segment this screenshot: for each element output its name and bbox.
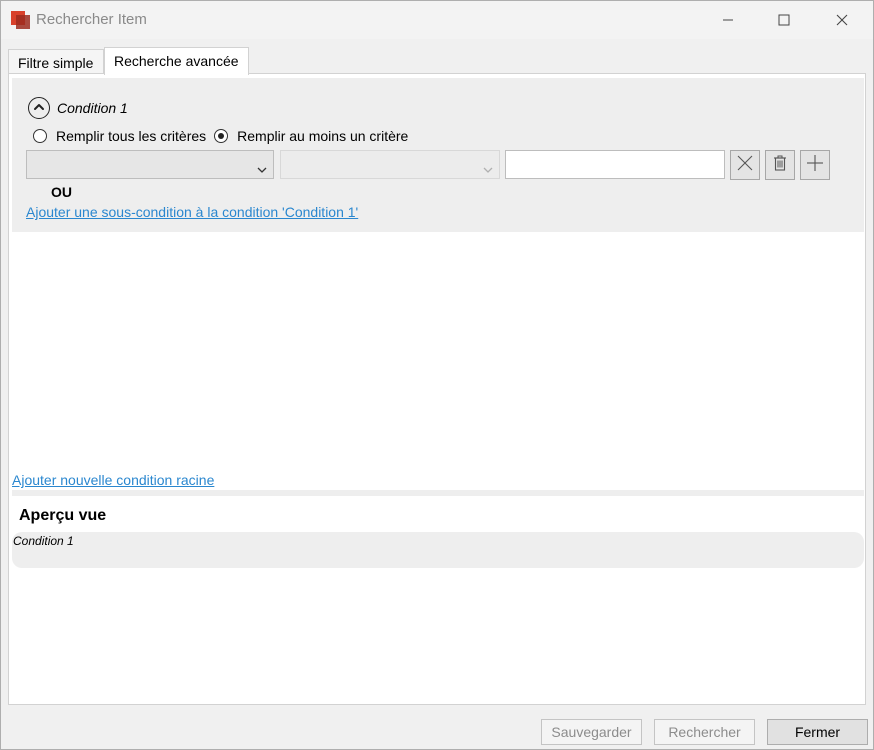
field-select[interactable] — [26, 150, 274, 179]
app-icon — [11, 11, 31, 29]
radio-all-criteria[interactable] — [33, 129, 47, 143]
clear-criterion-button[interactable] — [730, 150, 760, 180]
delete-criterion-button[interactable] — [765, 150, 795, 180]
advanced-search-panel: Condition 1 Remplir tous les critères Re… — [8, 73, 866, 705]
trash-icon — [773, 155, 787, 176]
match-mode-group: Remplir tous les critères Remplir au moi… — [33, 128, 416, 144]
maximize-button[interactable] — [761, 1, 807, 39]
close-icon — [736, 154, 754, 177]
chevron-down-icon — [257, 161, 267, 179]
operator-select[interactable] — [280, 150, 500, 179]
search-button[interactable]: Rechercher — [654, 719, 755, 745]
section-divider — [12, 490, 864, 496]
window-close-button[interactable] — [819, 1, 865, 39]
preview-text: Condition 1 — [13, 534, 74, 548]
chevron-down-icon — [483, 161, 493, 179]
minimize-icon — [722, 14, 734, 26]
radio-any-criteria-label[interactable]: Remplir au moins un critère — [237, 128, 408, 144]
minimize-button[interactable] — [705, 1, 751, 39]
preview-box: Condition 1 — [12, 532, 864, 568]
add-criterion-button[interactable] — [800, 150, 830, 180]
search-item-dialog: Rechercher Item Filtre simple Recherche … — [0, 0, 874, 750]
logic-operator-label: OU — [51, 184, 72, 200]
condition-block: Condition 1 Remplir tous les critères Re… — [12, 78, 864, 232]
preview-title: Aperçu vue — [19, 507, 107, 524]
radio-all-criteria-label[interactable]: Remplir tous les critères — [56, 128, 206, 144]
radio-any-criteria[interactable] — [214, 129, 229, 143]
close-button[interactable]: Fermer — [767, 719, 868, 745]
criteria-value-input[interactable] — [505, 150, 725, 179]
title-bar[interactable]: Rechercher Item — [1, 1, 873, 39]
close-icon — [836, 14, 848, 26]
add-root-condition-link[interactable]: Ajouter nouvelle condition racine — [12, 472, 214, 488]
tab-simple-filter[interactable]: Filtre simple — [8, 49, 104, 74]
plus-icon — [806, 154, 824, 177]
maximize-icon — [778, 14, 790, 26]
window-title: Rechercher Item — [36, 11, 147, 28]
save-button[interactable]: Sauvegarder — [541, 719, 642, 745]
chevron-up-icon — [33, 99, 45, 117]
condition-title: Condition 1 — [57, 100, 128, 116]
collapse-condition-button[interactable] — [28, 97, 50, 119]
radio-selected-dot — [218, 133, 225, 139]
tab-advanced-search[interactable]: Recherche avancée — [104, 47, 249, 75]
add-subcondition-link[interactable]: Ajouter une sous-condition à la conditio… — [26, 204, 358, 220]
